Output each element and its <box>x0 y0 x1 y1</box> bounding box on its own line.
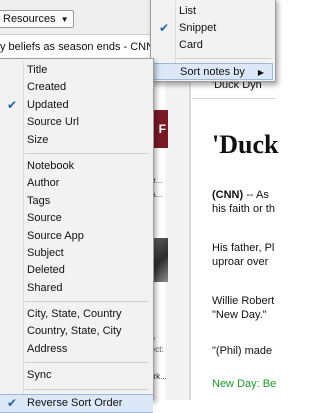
selected-note-title[interactable]: y beliefs as season ends - CNN.com <box>0 38 160 56</box>
resources-label: Resources <box>3 13 56 25</box>
menu-separator <box>25 362 149 364</box>
menu-separator <box>25 388 149 390</box>
note-paragraph: uproar over <box>212 256 269 268</box>
sort-item-notebook[interactable]: Notebook <box>0 158 153 175</box>
sort-notes-submenu: Title Created ✔ Updated Source Url Size … <box>0 58 154 413</box>
chevron-down-icon: ▼ <box>60 15 69 24</box>
resources-dropdown[interactable]: Resources ▼ <box>0 10 74 28</box>
sort-item-created[interactable]: Created <box>0 79 153 96</box>
menu-item-label: Source App <box>27 229 84 242</box>
menu-item-label: Size <box>27 133 49 146</box>
menu-item-label: Tags <box>27 194 51 207</box>
submenu-arrow-icon: ▶ <box>257 68 264 77</box>
menu-separator <box>25 301 149 303</box>
check-icon: ✔ <box>7 395 18 410</box>
menu-item-label: City, State, Country <box>27 308 122 321</box>
menu-separator <box>177 58 271 59</box>
sort-item-size[interactable]: Size <box>0 132 153 149</box>
sort-item-reverse-sort-order[interactable]: ✔ Reverse Sort Order <box>0 393 153 413</box>
menu-item-label: Country, State, City <box>27 325 122 338</box>
note-paragraph: Willie Robert <box>212 295 275 307</box>
menu-separator <box>25 152 149 154</box>
note-paragraph: His father, Pl <box>212 242 275 254</box>
sort-item-city-state-country[interactable]: City, State, Country <box>0 306 153 323</box>
menu-item-label: Notebook <box>27 159 75 172</box>
menu-item-label: Snippet <box>179 22 217 34</box>
menu-item-label: Source Url <box>27 116 79 129</box>
menu-item-label: Subject <box>27 246 64 259</box>
sort-item-deleted[interactable]: Deleted <box>0 262 153 279</box>
menu-item-label: List <box>179 5 197 17</box>
check-icon: ✔ <box>159 21 170 35</box>
sort-item-updated[interactable]: ✔ Updated <box>0 97 153 114</box>
view-menu-item-snippet[interactable]: ✔ Snippet <box>151 20 275 37</box>
check-icon: ✔ <box>7 97 18 112</box>
menu-item-label: Sync <box>27 369 52 382</box>
menu-item-label: Created <box>27 81 67 94</box>
note-paragraph: his faith or th <box>212 203 275 215</box>
note-list-scroll-area[interactable] <box>165 58 190 400</box>
sort-item-address[interactable]: Address <box>0 341 153 358</box>
sort-item-sync[interactable]: Sync <box>0 367 153 384</box>
note-heading: 'Duck <box>212 130 279 159</box>
sort-item-author[interactable]: Author <box>0 175 153 192</box>
view-menu-item-list[interactable]: List <box>151 3 275 20</box>
menu-item-label: Card <box>179 39 203 51</box>
sort-item-subject[interactable]: Subject <box>0 245 153 262</box>
view-menu-item-sort-notes-by[interactable]: Sort notes by ▶ <box>153 63 273 80</box>
menu-item-label: Deleted <box>27 264 65 277</box>
sort-item-shared[interactable]: Shared <box>0 280 153 297</box>
menu-item-label: Author <box>27 177 60 190</box>
menu-item-label: Updated <box>27 98 69 111</box>
view-menu: List ✔ Snippet Card Sort notes by ▶ <box>150 0 276 82</box>
menu-item-label: Source <box>27 212 62 225</box>
menu-item-label: Reverse Sort Order <box>27 396 123 409</box>
view-menu-item-card[interactable]: Card <box>151 37 275 54</box>
note-lede: (CNN) <box>212 189 244 201</box>
sort-item-source-url[interactable]: Source Url <box>0 114 153 131</box>
sort-item-country-state-city[interactable]: Country, State, City <box>0 323 153 340</box>
sort-item-source[interactable]: Source <box>0 210 153 227</box>
menu-item-label: Title <box>27 64 48 76</box>
sort-item-source-app[interactable]: Source App <box>0 228 153 245</box>
menu-item-label: Address <box>27 342 68 355</box>
note-text: -- As <box>243 189 269 201</box>
menu-item-label: Sort notes by <box>180 66 245 78</box>
sort-item-title[interactable]: Title <box>0 62 153 79</box>
sort-item-tags[interactable]: Tags <box>0 193 153 210</box>
note-paragraph: (CNN) -- As <box>212 188 269 202</box>
note-link-text[interactable]: New Day: Be <box>212 377 276 391</box>
note-paragraph: "(Phil) made <box>212 345 273 357</box>
note-paragraph: "New Day." <box>212 309 267 321</box>
menu-item-label: Shared <box>27 281 63 294</box>
